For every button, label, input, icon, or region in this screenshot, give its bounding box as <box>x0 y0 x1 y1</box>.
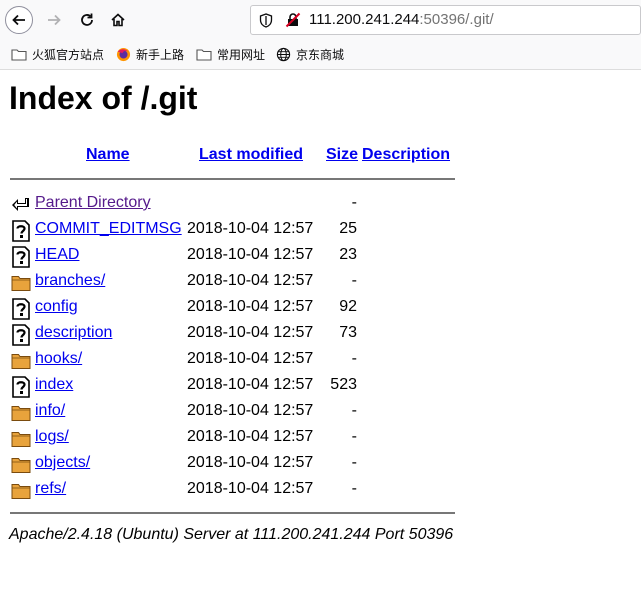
file-date: 2018-10-04 12:57 <box>187 402 314 419</box>
bookmark-item[interactable]: 火狐官方站点 <box>11 46 104 63</box>
globe-icon <box>276 47 291 62</box>
divider <box>10 178 455 180</box>
file-row: info/2018-10-04 12:57 - <box>0 400 641 426</box>
bookmark-item[interactable]: 常用网址 <box>196 46 265 63</box>
file-link[interactable]: COMMIT_EDITMSG <box>35 220 182 238</box>
unknown-file-icon <box>12 324 30 346</box>
url-bar[interactable]: 111.200.241.244:50396/.git/ <box>250 5 641 35</box>
back-button[interactable] <box>5 6 33 34</box>
bookmark-label: 常用网址 <box>217 48 266 62</box>
home-button[interactable] <box>104 6 132 34</box>
file-link[interactable]: index <box>35 376 73 394</box>
sort-by-description-link[interactable]: Description <box>362 146 450 164</box>
file-size: - <box>351 402 357 419</box>
file-date: 2018-10-04 12:57 <box>187 428 314 445</box>
file-row: logs/2018-10-04 12:57 - <box>0 426 641 452</box>
file-row: HEAD 2018-10-04 12:57 23 <box>0 244 641 270</box>
bookmark-label: 火狐官方站点 <box>32 48 105 62</box>
bookmark-item[interactable]: 京东商城 <box>276 46 344 63</box>
sort-by-name-link[interactable]: Name <box>86 146 130 164</box>
file-row: description 2018-10-04 12:57 73 <box>0 322 641 348</box>
url-host: 111.200.241.244 <box>309 11 420 28</box>
sort-by-last-modified-link[interactable]: Last modified <box>199 146 303 164</box>
firefox-icon <box>116 47 131 62</box>
file-size: - <box>351 350 357 367</box>
file-size: - <box>351 428 357 445</box>
file-link[interactable]: branches/ <box>35 272 105 290</box>
file-size: - <box>351 454 357 471</box>
file-size: 523 <box>330 376 357 393</box>
unknown-file-icon <box>12 246 30 268</box>
bookmark-label: 新手上路 <box>136 48 185 62</box>
folder-icon <box>11 484 31 499</box>
file-link[interactable]: info/ <box>35 402 65 420</box>
file-size: - <box>351 194 357 211</box>
bookmark-label: 京东商城 <box>296 48 345 62</box>
server-signature: Apache/2.4.18 (Ubuntu) Server at 111.200… <box>9 526 454 543</box>
file-link[interactable]: description <box>35 324 112 342</box>
forward-button[interactable] <box>40 6 68 34</box>
page-title: Index of /.git <box>9 80 198 116</box>
reload-button[interactable] <box>73 6 101 34</box>
bookmarks-bar: 火狐官方站点 新手上路 常用网址 京东商城 <box>0 41 641 70</box>
file-link[interactable]: config <box>35 298 78 316</box>
parent-directory-row: Parent Directory - <box>0 192 641 218</box>
unknown-file-icon <box>12 298 30 320</box>
file-row: branches/2018-10-04 12:57 - <box>0 270 641 296</box>
folder-icon <box>11 406 31 421</box>
unknown-file-icon <box>12 376 30 398</box>
reload-icon <box>81 13 93 26</box>
url-text[interactable]: 111.200.241.244:50396/.git/ <box>309 11 494 28</box>
file-size: - <box>351 480 357 497</box>
file-link[interactable]: objects/ <box>35 454 90 472</box>
file-size: 92 <box>339 298 357 315</box>
arrow-right-icon <box>48 14 61 26</box>
home-icon <box>111 13 125 27</box>
divider <box>10 512 455 514</box>
bookmark-item[interactable]: 新手上路 <box>116 46 184 63</box>
parent-directory-link[interactable]: Parent Directory <box>35 194 151 212</box>
folder-icon <box>196 49 212 61</box>
sort-by-size-link[interactable]: Size <box>326 146 358 164</box>
file-date: 2018-10-04 12:57 <box>187 454 314 471</box>
file-row: objects/2018-10-04 12:57 - <box>0 452 641 478</box>
file-size: 23 <box>339 246 357 263</box>
file-date: 2018-10-04 12:57 <box>187 324 314 341</box>
file-link[interactable]: HEAD <box>35 246 79 264</box>
arrow-left-icon <box>12 14 25 26</box>
folder-icon <box>11 354 31 369</box>
url-path: :50396/.git/ <box>419 11 494 28</box>
folder-icon <box>11 432 31 447</box>
unknown-file-icon <box>12 220 30 242</box>
file-date: 2018-10-04 12:57 <box>187 246 314 263</box>
file-link[interactable]: logs/ <box>35 428 69 446</box>
file-row: config 2018-10-04 12:57 92 <box>0 296 641 322</box>
file-row: COMMIT_EDITMSG 2018-10-04 12:57 25 <box>0 218 641 244</box>
page-content: Index of /.git Name Last modified Size D… <box>0 70 641 604</box>
shield-icon[interactable] <box>259 13 273 28</box>
insecure-lock-icon[interactable] <box>285 12 301 28</box>
file-size: 25 <box>339 220 357 237</box>
file-date: 2018-10-04 12:57 <box>187 272 314 289</box>
file-date: 2018-10-04 12:57 <box>187 350 314 367</box>
file-row: hooks/2018-10-04 12:57 - <box>0 348 641 374</box>
folder-icon <box>11 458 31 473</box>
file-date: 2018-10-04 12:57 <box>187 298 314 315</box>
folder-icon <box>11 276 31 291</box>
file-date: 2018-10-04 12:57 <box>187 480 314 497</box>
file-date: 2018-10-04 12:57 <box>187 220 314 237</box>
file-link[interactable]: hooks/ <box>35 350 82 368</box>
folder-icon <box>11 49 27 61</box>
file-row: index 2018-10-04 12:57 523 <box>0 374 641 400</box>
file-size: - <box>351 272 357 289</box>
file-date: 2018-10-04 12:57 <box>187 376 314 393</box>
file-link[interactable]: refs/ <box>35 480 66 498</box>
file-row: refs/2018-10-04 12:57 - <box>0 478 641 504</box>
back-arrow-icon <box>12 198 29 211</box>
file-size: 73 <box>339 324 357 341</box>
browser-toolbar: 111.200.241.244:50396/.git/ <box>0 0 641 41</box>
